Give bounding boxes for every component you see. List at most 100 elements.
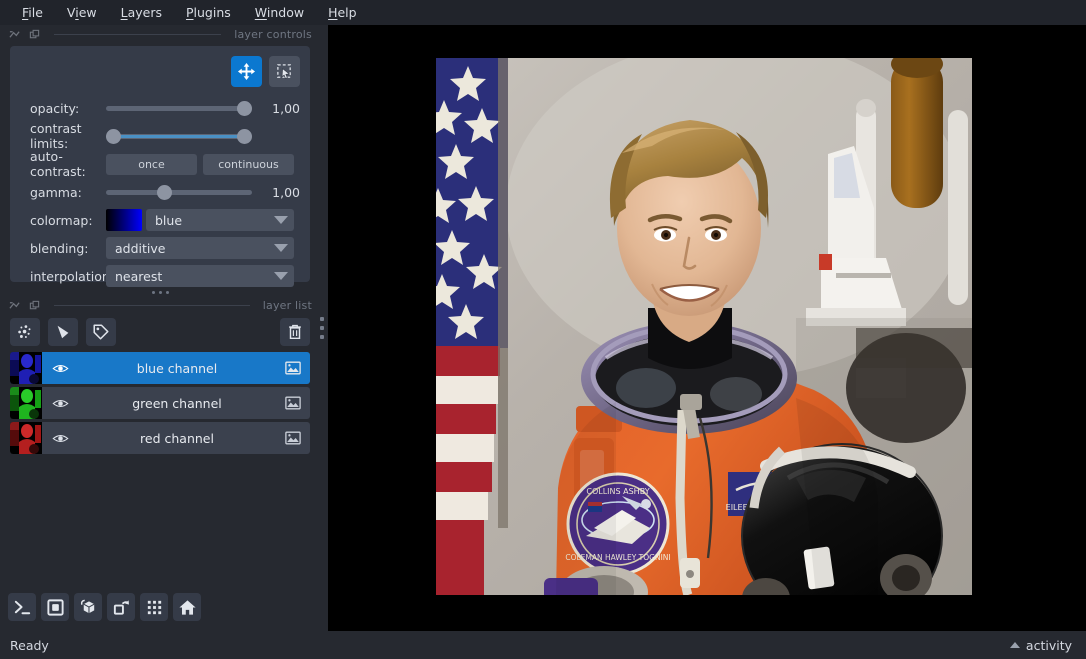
delete-layer-button[interactable] [280,318,310,346]
viewer-canvas[interactable]: COLLINS ASHBY COLEMAN HAWLEY TOGNINI EIL… [328,25,1086,631]
eye-icon [51,399,69,407]
panel-resize-grip[interactable] [10,291,310,294]
menu-file-rest: ile [28,5,43,20]
layer-thumbnail [10,352,42,384]
contrast-limits-row: contrast limits: [20,121,300,151]
menu-help[interactable]: Help [316,1,369,24]
layer-type-icon [276,360,310,376]
status-bar: Ready activity [0,631,1086,659]
layer-list-title-bar: layer list [0,296,320,314]
close-icon[interactable] [28,299,41,312]
interpolation-value: nearest [115,268,163,284]
contrast-limits-slider[interactable] [106,126,252,146]
chevron-up-icon [1009,642,1020,648]
new-shapes-layer-button[interactable] [48,318,78,346]
gamma-label: gamma: [30,184,82,200]
title-divider [54,33,222,35]
blending-row: blending: additive [20,236,300,260]
roll-dims-button[interactable] [74,593,102,621]
reset-view-button[interactable] [173,593,201,621]
activity-label: activity [1025,637,1072,653]
shapes-icon [57,325,69,339]
layer-visibility-toggle[interactable] [42,395,78,412]
layer-row-green-channel[interactable]: green channel [10,387,310,419]
menu-plugins[interactable]: Plugins [174,1,243,24]
new-points-layer-button[interactable] [10,318,40,346]
layer-type-icon [276,430,310,446]
napari-window: File View Layers Plugins Window Help lay… [0,0,1086,659]
opacity-slider[interactable] [106,98,252,118]
blending-select[interactable]: additive [106,237,294,259]
eye-icon [51,434,69,442]
labels-icon [93,324,109,340]
points-icon [18,325,31,338]
move-icon [237,62,256,81]
colormap-swatch [106,209,142,231]
grid-view-button[interactable] [140,593,168,621]
blending-value: additive [115,240,166,256]
new-labels-layer-button[interactable] [86,318,116,346]
title-divider [54,304,250,306]
colormap-value: blue [155,212,183,228]
transform-button[interactable] [269,56,300,87]
layer-visibility-toggle[interactable] [42,430,78,447]
close-icon[interactable] [28,28,41,41]
chevron-down-icon [274,244,288,252]
layer-row-blue-channel[interactable]: blue channel [10,352,310,384]
menu-window[interactable]: Window [243,1,316,24]
ndisplay-button[interactable] [41,593,69,621]
colormap-row: colormap: blue [20,208,300,232]
layer-name: green channel [132,395,222,411]
layer-list: blue channel green channel red channel [0,352,320,454]
layer-visibility-toggle[interactable] [42,360,78,377]
status-message: Ready [10,637,49,653]
layer-list-toolbar [10,318,310,346]
colormap-label: colormap: [30,212,93,228]
layer-thumbnail [10,422,42,454]
activity-indicator[interactable]: activity [1009,637,1072,653]
layer-name: red channel [140,430,214,446]
transpose-icon [113,599,129,615]
menu-bar: File View Layers Plugins Window Help [0,0,1086,25]
layer-controls-title-bar: layer controls [0,25,320,43]
blending-label: blending: [30,240,89,256]
menu-layers[interactable]: Layers [109,1,174,24]
pan-zoom-button[interactable] [231,56,262,87]
menu-view[interactable]: View [55,1,109,24]
image-icon [285,396,301,410]
float-icon[interactable] [8,299,21,312]
chevron-down-icon [274,272,288,280]
chevron-down-icon [274,216,288,224]
mode-button-row [20,56,300,87]
layer-type-icon [276,395,310,411]
menu-file[interactable]: File [10,1,55,24]
auto-contrast-once-button[interactable]: once [106,153,197,175]
gamma-slider[interactable] [106,182,252,202]
layer-thumbnail [10,387,42,419]
transform-icon [277,64,291,79]
auto-contrast-label: auto-contrast: [30,149,86,179]
panel-splitter[interactable] [316,25,328,631]
viewer-buttons-toolbar [8,593,201,621]
interpolation-label: interpolation: [30,268,114,284]
auto-contrast-continuous-button[interactable]: continuous [203,153,294,175]
contrast-limits-label: contrast limits: [30,121,82,151]
image-icon [285,431,301,445]
interpolation-select[interactable]: nearest [106,265,294,287]
home-icon [178,599,196,615]
opacity-row: opacity: 1,00 [20,96,300,120]
cube-roll-icon [80,599,94,613]
layer-row-red-channel[interactable]: red channel [10,422,310,454]
float-icon[interactable] [8,28,21,41]
grid-icon [147,600,161,614]
colormap-select[interactable]: blue [146,209,294,231]
image-icon [285,361,301,375]
terminal-icon [14,600,30,614]
opacity-value: 1,00 [272,100,300,116]
transpose-button[interactable] [107,593,135,621]
interpolation-row: interpolation: nearest [20,264,300,288]
console-button[interactable] [8,593,36,621]
layer-controls-label: layer controls [234,27,312,41]
square-2d-icon [46,598,64,616]
auto-contrast-row: auto-contrast: once continuous [20,149,300,179]
